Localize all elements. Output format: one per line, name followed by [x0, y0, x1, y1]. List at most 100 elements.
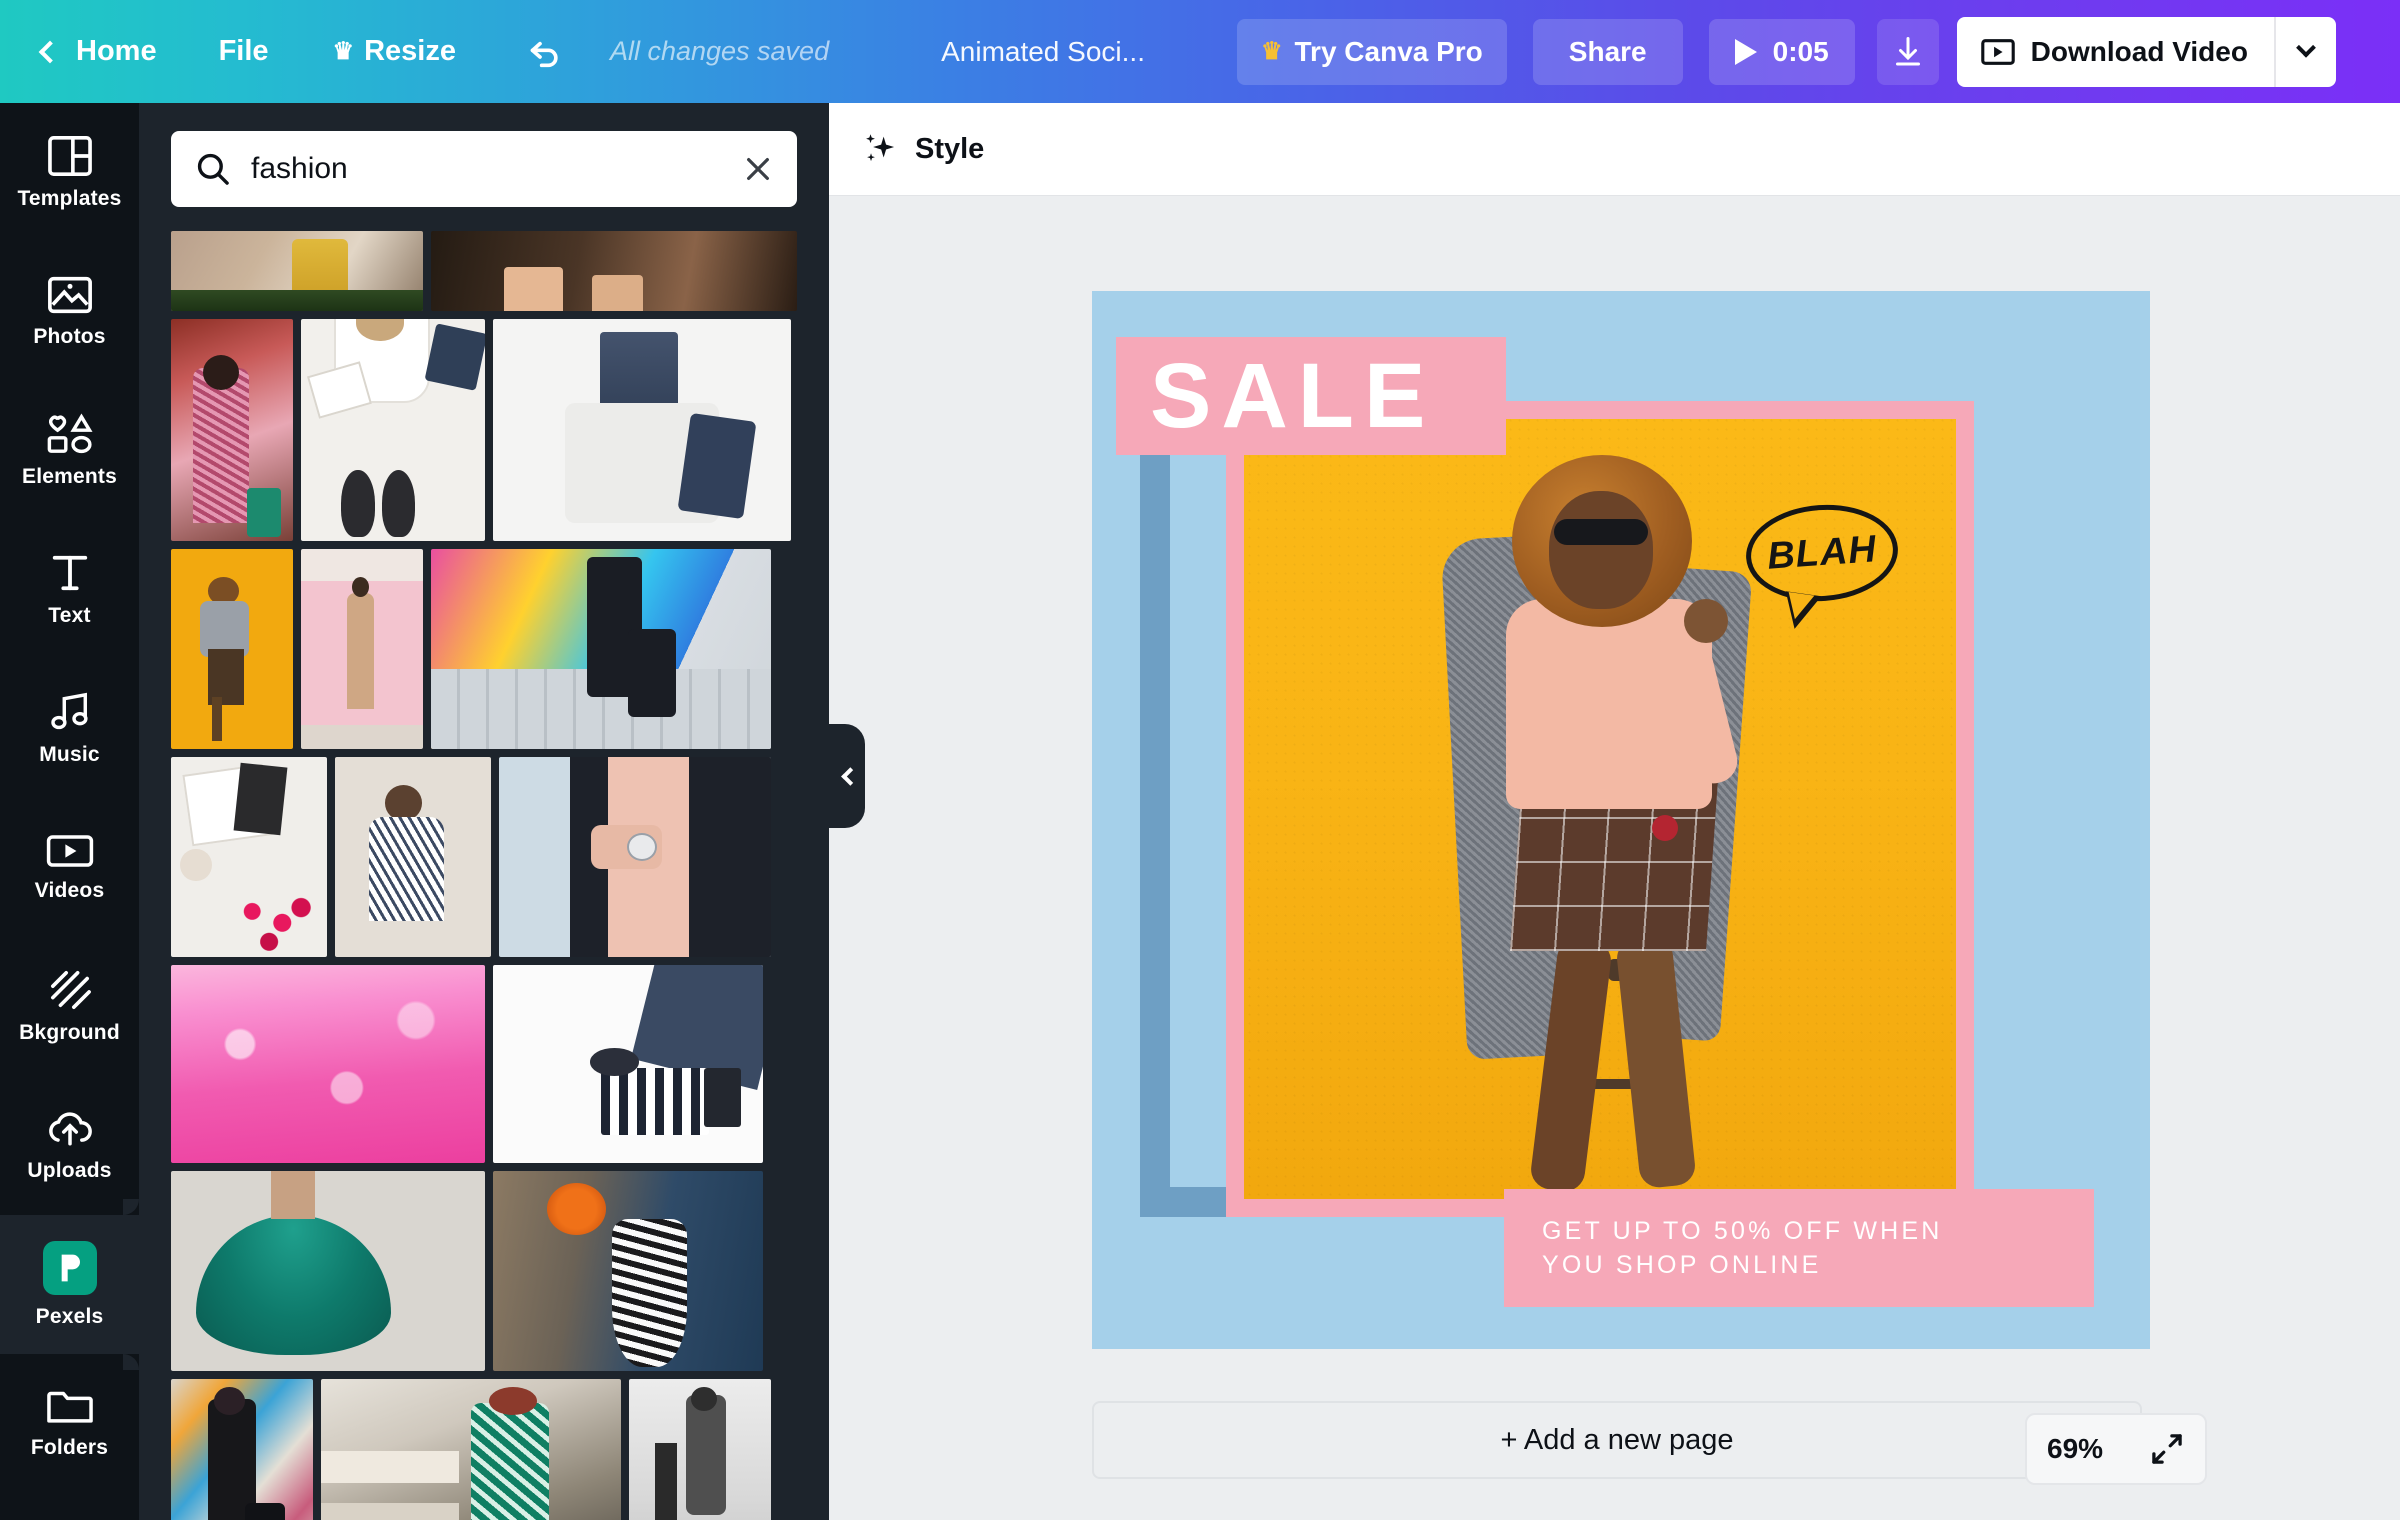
- download-icon-button[interactable]: [1876, 18, 1939, 85]
- thumbnail-row: [171, 319, 797, 541]
- photo-thumbnail[interactable]: [493, 1171, 763, 1371]
- sidebar-label: Pexels: [35, 1304, 104, 1328]
- videos-icon: [46, 834, 93, 867]
- music-icon: [50, 692, 88, 729]
- sidebar-item-pexels[interactable]: Pexels: [0, 1199, 139, 1370]
- promo-line-2: YOU SHOP ONLINE: [1542, 1251, 1822, 1279]
- video-icon: [1980, 38, 2015, 65]
- file-menu-button[interactable]: File: [219, 35, 269, 68]
- sidebar-label: Videos: [34, 878, 105, 902]
- crown-icon: ♛: [332, 37, 355, 65]
- style-toolbar: Style: [829, 103, 2400, 196]
- resize-button[interactable]: ♛ Resize: [333, 35, 456, 68]
- photo-results-grid[interactable]: [139, 231, 829, 1520]
- thumbnail-row: [171, 231, 797, 311]
- home-button[interactable]: Home: [38, 35, 157, 68]
- elements-icon: [47, 412, 93, 453]
- search-input[interactable]: [251, 152, 727, 186]
- document-title[interactable]: Animated Soci...: [941, 36, 1145, 68]
- preview-play-button[interactable]: 0:05: [1708, 18, 1855, 85]
- collapse-panel-button[interactable]: [829, 724, 865, 828]
- thumbnail-row: [171, 757, 797, 957]
- sidebar-item-text[interactable]: Text: [0, 520, 139, 659]
- sidebar-item-videos[interactable]: Videos: [0, 798, 139, 937]
- sidebar-item-folders[interactable]: Folders: [0, 1354, 139, 1493]
- fit-expand-icon: [2152, 1434, 2182, 1464]
- photo-thumbnail[interactable]: [431, 231, 797, 311]
- sidebar-item-uploads[interactable]: Uploads: [0, 1076, 139, 1215]
- photos-icon: [47, 276, 92, 313]
- sidebar-label: Music: [39, 742, 100, 766]
- play-icon: [1734, 38, 1757, 65]
- text-icon: [52, 555, 87, 590]
- photo-thumbnail[interactable]: [321, 1379, 621, 1520]
- photo-thumbnail[interactable]: [493, 319, 791, 541]
- play-duration: 0:05: [1772, 35, 1829, 67]
- crown-icon: ♛: [1260, 37, 1283, 65]
- download-video-dropdown[interactable]: [2273, 16, 2336, 87]
- home-label: Home: [76, 35, 157, 67]
- style-button[interactable]: Style: [863, 131, 984, 167]
- back-chevron-icon: [38, 40, 62, 63]
- uploads-icon: [48, 1111, 92, 1146]
- photo-thumbnail[interactable]: [335, 757, 491, 957]
- thumbnail-row: [171, 1379, 797, 1520]
- sidebar-item-background[interactable]: Bkground: [0, 937, 139, 1076]
- close-icon: [747, 158, 769, 180]
- download-video-label: Download Video: [2030, 35, 2248, 67]
- sidebar-item-elements[interactable]: Elements: [0, 381, 139, 520]
- sale-text: SALE: [1150, 345, 1436, 447]
- sidebar-label: Photos: [33, 324, 106, 348]
- photo-thumbnail[interactable]: [431, 549, 771, 749]
- sidebar-label: Bkground: [19, 1020, 120, 1044]
- style-label: Style: [915, 132, 985, 165]
- photo-thumbnail[interactable]: [629, 1379, 771, 1520]
- undo-button[interactable]: [522, 29, 568, 75]
- photo-thumbnail[interactable]: [171, 1379, 313, 1520]
- download-video-button[interactable]: Download Video: [1956, 16, 2336, 87]
- background-icon: [50, 970, 91, 1009]
- sidebar-item-music[interactable]: Music: [0, 659, 139, 798]
- thumbnail-row: [171, 549, 797, 749]
- chevron-left-icon: [840, 766, 860, 786]
- save-status: All changes saved: [609, 36, 830, 66]
- photo-thumbnail[interactable]: [171, 965, 485, 1163]
- photo-thumbnail[interactable]: [493, 965, 763, 1163]
- sidebar-label: Folders: [30, 1435, 109, 1459]
- share-button[interactable]: Share: [1532, 18, 1683, 85]
- try-canva-pro-button[interactable]: ♛ Try Canva Pro: [1236, 18, 1507, 85]
- photo-thumbnail[interactable]: [171, 1171, 485, 1371]
- sidebar-item-photos[interactable]: Photos: [0, 242, 139, 381]
- resize-label: Resize: [364, 35, 456, 67]
- search-icon: [197, 153, 229, 185]
- pink-photo-frame: [1226, 401, 1974, 1217]
- pexels-panel: [139, 103, 829, 1520]
- photo-thumbnail[interactable]: [301, 319, 485, 541]
- sale-banner[interactable]: SALE: [1116, 337, 1506, 455]
- zoom-control[interactable]: 69%: [2025, 1413, 2207, 1485]
- photo-thumbnail[interactable]: [301, 549, 423, 749]
- sidebar-label: Text: [48, 603, 91, 627]
- undo-arrow-icon: [530, 41, 558, 67]
- chevron-down-icon: [2296, 37, 2316, 58]
- left-sidebar: Templates Photos Elements Text Music Vid…: [0, 103, 139, 1520]
- folders-icon: [46, 1391, 93, 1423]
- share-label: Share: [1568, 35, 1647, 67]
- file-label: File: [218, 35, 269, 67]
- promo-line-1: GET UP TO 50% OFF WHEN: [1542, 1216, 1943, 1245]
- photo-thumbnail[interactable]: [171, 319, 293, 541]
- design-canvas[interactable]: BLAH SALE GET UP TO 50% OFF WHEN YOU SHO…: [1092, 291, 2150, 1349]
- search-box[interactable]: [171, 131, 797, 207]
- templates-icon: [47, 135, 92, 176]
- sidebar-item-templates[interactable]: Templates: [0, 103, 139, 242]
- add-new-page-button[interactable]: + Add a new page: [1092, 1401, 2142, 1479]
- photo-thumbnail[interactable]: [499, 757, 771, 957]
- clear-search-button[interactable]: [727, 138, 789, 200]
- thumbnail-row: [171, 1171, 797, 1371]
- photo-thumbnail[interactable]: [171, 757, 327, 957]
- photo-thumbnail[interactable]: [171, 549, 293, 749]
- zoom-level: 69%: [2047, 1433, 2104, 1464]
- photo-thumbnail[interactable]: [171, 231, 424, 311]
- sidebar-label: Elements: [22, 464, 117, 488]
- promo-banner[interactable]: GET UP TO 50% OFF WHEN YOU SHOP ONLINE: [1504, 1189, 2094, 1307]
